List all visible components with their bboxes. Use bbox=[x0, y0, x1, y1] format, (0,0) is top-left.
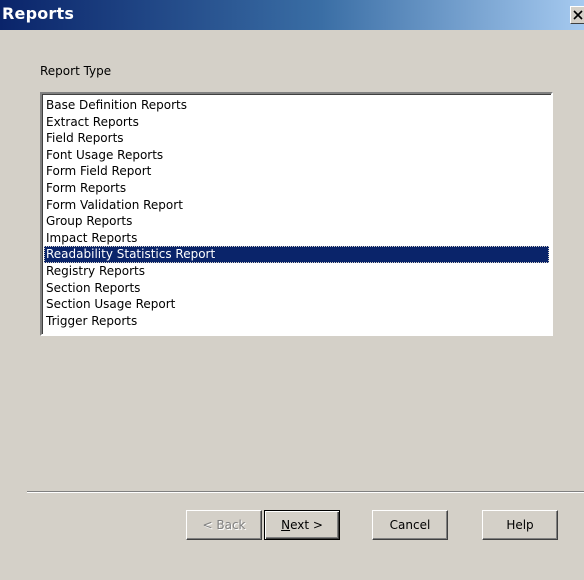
list-item[interactable]: Section Usage Report bbox=[44, 296, 549, 313]
back-button[interactable]: < Back bbox=[186, 510, 262, 540]
list-item[interactable]: Form Reports bbox=[44, 180, 549, 197]
help-button[interactable]: Help bbox=[482, 510, 558, 540]
report-type-listbox[interactable]: Base Definition Reports Extract Reports Fi… bbox=[40, 92, 553, 336]
report-type-label: Report Type bbox=[40, 64, 112, 78]
list-item[interactable]: Form Validation Report bbox=[44, 197, 549, 214]
list-item[interactable]: Section Reports bbox=[44, 280, 549, 297]
close-icon bbox=[572, 10, 583, 20]
window-title: Reports bbox=[2, 4, 75, 23]
close-button[interactable] bbox=[570, 6, 584, 24]
list-item[interactable]: Group Reports bbox=[44, 213, 549, 230]
next-button-label: Next > bbox=[281, 518, 323, 532]
title-bar[interactable]: Reports bbox=[0, 0, 584, 30]
list-item[interactable]: Extract Reports bbox=[44, 114, 549, 131]
next-button[interactable]: Next > bbox=[264, 510, 340, 540]
cancel-button[interactable]: Cancel bbox=[372, 510, 448, 540]
help-button-label: Help bbox=[506, 518, 534, 532]
list-item[interactable]: Field Reports bbox=[44, 130, 549, 147]
list-item[interactable]: Font Usage Reports bbox=[44, 147, 549, 164]
button-separator bbox=[27, 491, 584, 493]
list-item[interactable]: Trigger Reports bbox=[44, 313, 549, 330]
report-type-list: Base Definition Reports Extract Reports Fi… bbox=[44, 97, 549, 329]
list-item[interactable]: Registry Reports bbox=[44, 263, 549, 280]
back-button-label: < Back bbox=[202, 518, 246, 532]
list-item-selected[interactable]: Readability Statistics Report bbox=[44, 246, 549, 263]
list-item[interactable]: Impact Reports bbox=[44, 230, 549, 247]
reports-dialog: Reports Report Type Base Definition Repo… bbox=[0, 0, 584, 580]
list-item[interactable]: Form Field Report bbox=[44, 163, 549, 180]
list-item[interactable]: Base Definition Reports bbox=[44, 97, 549, 114]
cancel-button-label: Cancel bbox=[389, 518, 431, 532]
